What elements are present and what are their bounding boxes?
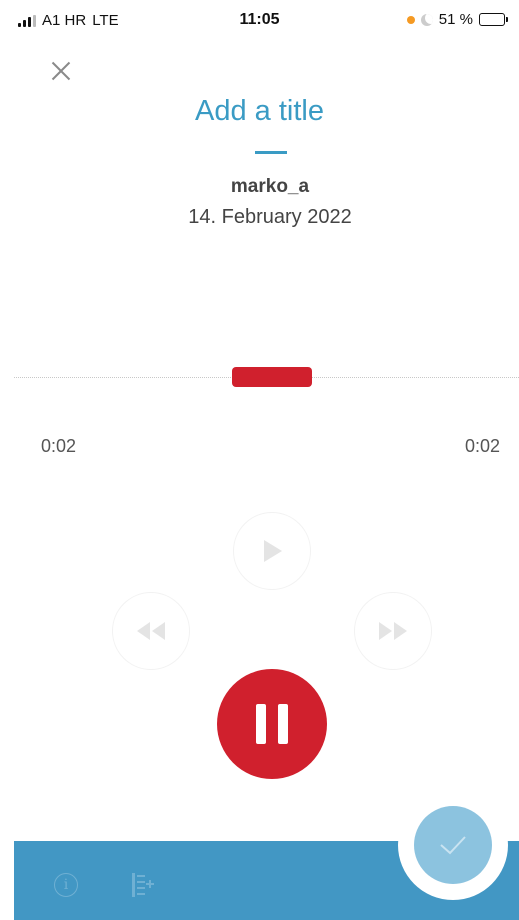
close-icon[interactable]	[50, 60, 72, 82]
waveform-recording-segment	[232, 367, 312, 387]
battery-percent: 51 %	[438, 11, 473, 28]
pause-button[interactable]	[217, 669, 327, 779]
checkmark-icon	[440, 836, 466, 855]
status-bar: A1 HR LTE 11:05 51 %	[0, 0, 519, 44]
battery-icon	[479, 13, 508, 26]
marker-icon[interactable]	[130, 871, 156, 899]
recording-date: 14. February 2022	[188, 206, 352, 228]
elapsed-time: 0:02	[41, 436, 77, 456]
pause-icon	[256, 704, 288, 744]
author-name: marko_a	[230, 176, 310, 197]
status-right: 51 %	[406, 11, 508, 28]
do-not-disturb-icon	[420, 13, 433, 26]
total-time: 0:02	[464, 436, 500, 456]
play-button[interactable]	[233, 512, 311, 590]
recording-title[interactable]: Add a title	[0, 95, 519, 128]
title-underline	[255, 151, 287, 154]
play-icon	[264, 540, 282, 562]
rewind-button[interactable]	[112, 592, 190, 670]
rewind-icon	[137, 622, 165, 640]
info-icon[interactable]: i	[54, 873, 78, 897]
fast-forward-button[interactable]	[354, 592, 432, 670]
fast-forward-icon	[379, 622, 407, 640]
confirm-button[interactable]	[414, 806, 492, 884]
privacy-indicator-icon	[406, 15, 415, 24]
